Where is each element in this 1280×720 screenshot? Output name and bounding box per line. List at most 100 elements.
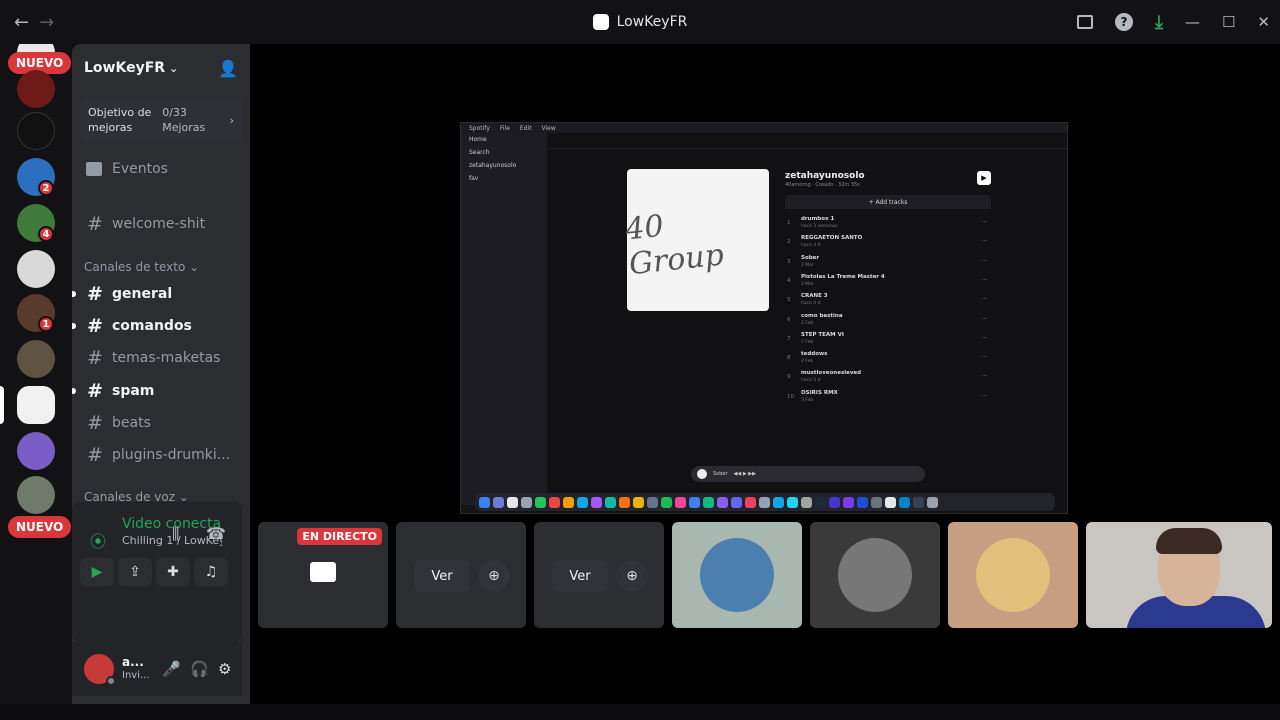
stream-tile-view[interactable]: Ver ⊕	[534, 522, 664, 628]
disconnect-icon[interactable]: ☎	[206, 524, 226, 543]
channel-welcome-shit[interactable]: # welcome-shit	[80, 209, 242, 239]
dock-app-icon	[633, 496, 644, 508]
channel-general[interactable]: # general	[72, 279, 242, 309]
dock-app-icon	[759, 496, 770, 508]
server-icon[interactable]	[17, 432, 55, 470]
screen-share-view[interactable]: Spotify File Edit View Home Search zetahayu…	[460, 122, 1068, 514]
track-title: Sober	[801, 254, 820, 261]
live-badge: EN DIRECTO	[297, 528, 382, 545]
mac-menu-bar: Spotify File Edit View	[461, 123, 1067, 133]
soundboard-button[interactable]: ♫	[194, 558, 228, 586]
mac-dock	[475, 493, 1055, 511]
gear-icon[interactable]: ⚙	[218, 660, 231, 678]
track-number: 8	[787, 355, 791, 362]
player-track: Sober	[713, 471, 728, 477]
channel-spam[interactable]: # spam	[72, 376, 242, 406]
server-icon[interactable]	[17, 70, 55, 108]
back-arrow-icon[interactable]: ←	[14, 12, 29, 33]
channel-beats[interactable]: # beats	[80, 408, 242, 438]
maximize-icon[interactable]: ☐	[1222, 13, 1235, 31]
voice-connection-panel: ⦿ Video conectado Chilling 1 / LowKeyFR …	[72, 502, 242, 642]
nav-buttons: ← →	[14, 12, 54, 33]
channel-plugins-drumkits[interactable]: # plugins-drumki...	[80, 440, 242, 470]
popout-icon[interactable]: ⊕	[616, 560, 648, 592]
dock-app-icon	[535, 496, 546, 508]
close-icon[interactable]: ✕	[1257, 13, 1270, 31]
headphones-icon[interactable]: 🎧	[190, 660, 209, 678]
hash-icon: #	[87, 444, 103, 466]
server-icon[interactable]	[17, 476, 55, 514]
sidebar-item-playlist: zetahayunosolo	[469, 162, 517, 169]
server-icon[interactable]	[17, 112, 55, 150]
category-text-channels[interactable]: Canales de texto ⌄	[84, 260, 199, 274]
track-artist: hace 4 d	[801, 243, 821, 249]
spotify-main: 40 Group zetahayunosolo 40amorng · Cread…	[547, 133, 1067, 513]
download-icon[interactable]: ⤓	[1155, 12, 1163, 33]
stream-tile-view[interactable]: Ver ⊕	[396, 522, 526, 628]
popout-icon[interactable]: ⊕	[478, 560, 510, 592]
more-icon: ···	[981, 334, 987, 341]
track-artist: hace 5 d	[801, 378, 821, 384]
track-title: CRANE 3	[801, 293, 828, 300]
track-row: 10 OSIRIS RMX 3 Feb ···	[785, 389, 991, 407]
boost-progress: 0/33 Mejoras	[162, 106, 206, 134]
dock-app-icon	[689, 496, 700, 508]
hash-icon: #	[87, 380, 103, 402]
dock-app-icon	[577, 496, 588, 508]
unread-dot	[72, 291, 76, 297]
stream-tile-live[interactable]: EN DIRECTO	[258, 522, 388, 628]
channel-comandos[interactable]: # comandos	[72, 311, 242, 341]
dock-app-icon	[717, 496, 728, 508]
camera-button[interactable]: ▶	[80, 558, 114, 586]
participant-camera-tile[interactable]	[1086, 522, 1272, 628]
participant-tile[interactable]	[672, 522, 802, 628]
inbox-icon[interactable]	[1077, 15, 1093, 29]
dock-app-icon	[647, 496, 658, 508]
playlist-cover: 40 Group	[624, 169, 769, 311]
track-row: 9 mustloveonesleved hace 5 d ···	[785, 369, 991, 387]
server-icon[interactable]	[17, 250, 55, 288]
server-icon[interactable]	[17, 340, 55, 378]
forward-arrow-icon[interactable]: →	[39, 12, 54, 33]
track-title: mustloveonesleved	[801, 370, 862, 377]
activities-button[interactable]: ✚	[156, 558, 190, 586]
channel-name: welcome-shit	[112, 216, 206, 232]
help-icon[interactable]: ?	[1115, 13, 1133, 31]
cover-text: 40 Group	[623, 208, 726, 283]
dock-app-icon	[871, 496, 882, 508]
dock-app-icon	[675, 496, 686, 508]
hash-icon: #	[87, 283, 103, 305]
channel-temas-maketas[interactable]: # temas-maketas	[80, 343, 242, 373]
minimize-icon[interactable]: —	[1185, 13, 1200, 31]
server-icon-lowkeyfr[interactable]	[17, 386, 55, 424]
track-title: como bastina	[801, 312, 843, 319]
dock-app-icon	[549, 496, 560, 508]
view-stream-button[interactable]: Ver	[552, 560, 608, 592]
dock-app-icon	[507, 496, 518, 508]
category-label: Canales de texto	[84, 260, 186, 274]
track-artist: 2 Mar	[801, 281, 814, 287]
chevron-down-icon: ⌄	[169, 61, 179, 75]
participant-tile[interactable]	[810, 522, 940, 628]
screen-share-button[interactable]: ⇪	[118, 558, 152, 586]
dock-app-icon	[563, 496, 574, 508]
track-number: 2	[787, 239, 791, 246]
track-title: REGGAETON SANTO	[801, 235, 863, 242]
track-row: 4 Pistolas La Treme Master 42 Mar ···	[785, 273, 991, 291]
channel-name: beats	[112, 415, 151, 431]
user-info[interactable]: a... Invi...	[122, 655, 150, 683]
events-item[interactable]: Eventos	[80, 154, 242, 184]
channel-name: plugins-drumki...	[112, 447, 231, 463]
add-user-icon[interactable]: 👤	[218, 59, 238, 78]
noise-suppression-icon[interactable]: ⫼	[172, 524, 179, 544]
boost-goal[interactable]: Objetivo de mejoras 0/33 Mejoras ›	[80, 98, 242, 142]
participant-tile[interactable]	[948, 522, 1078, 628]
microphone-icon[interactable]: 🎤	[162, 660, 181, 678]
view-stream-button[interactable]: Ver	[414, 560, 470, 592]
guild-header[interactable]: LowKeyFR ⌄ 👤	[72, 44, 250, 92]
more-icon: ···	[981, 354, 987, 361]
dock-app-icon	[605, 496, 616, 508]
dock-app-icon	[521, 496, 532, 508]
avatar[interactable]	[84, 654, 116, 686]
sidebar-item-fav: fav	[469, 175, 479, 182]
